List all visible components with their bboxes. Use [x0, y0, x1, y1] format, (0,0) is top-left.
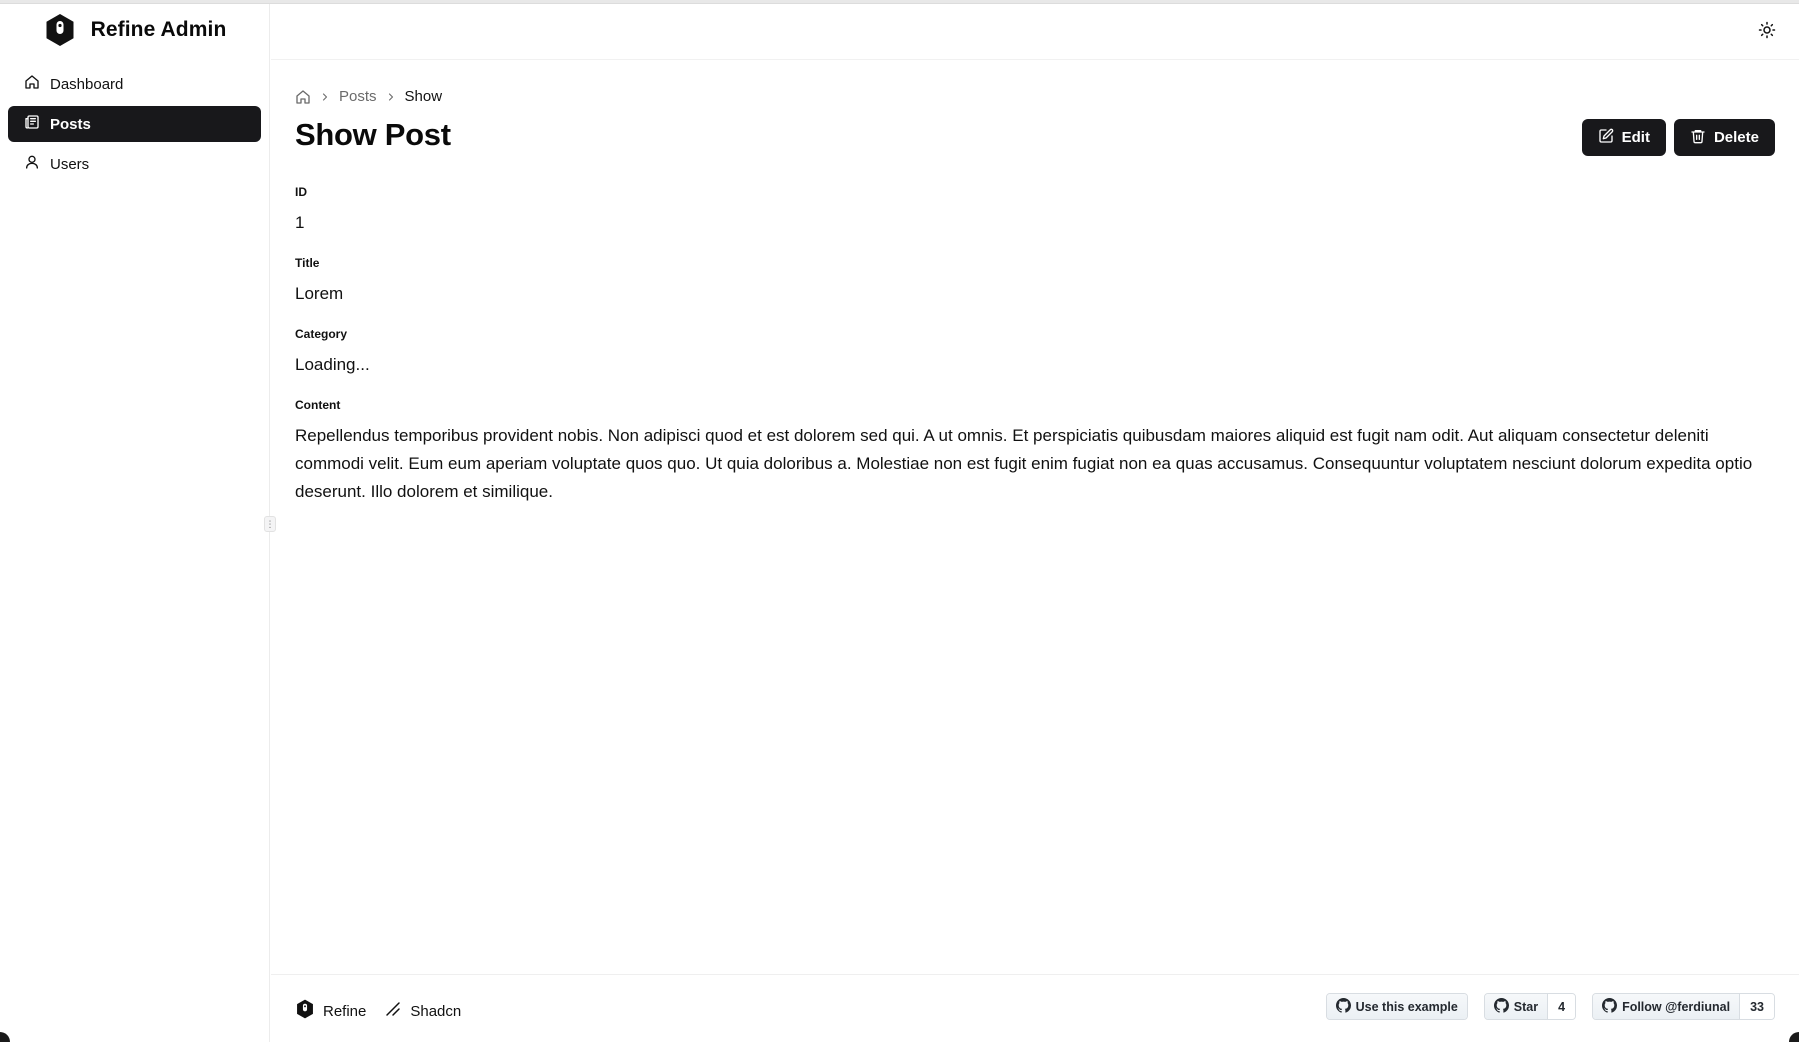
refine-logo-icon	[295, 999, 315, 1023]
follow-button[interactable]: Follow @ferdiunal	[1593, 994, 1740, 1019]
user-icon	[24, 154, 40, 174]
sidebar-item-label: Posts	[50, 115, 91, 133]
sun-icon	[1758, 21, 1776, 44]
shadcn-link-label: Shadcn	[410, 1002, 462, 1020]
use-example-widget: Use this example	[1325, 993, 1468, 1020]
sidebar-item-users[interactable]: Users	[8, 146, 261, 182]
trash-icon	[1690, 128, 1706, 148]
field-category: Category Loading...	[295, 327, 1775, 379]
sidebar-item-label: Dashboard	[50, 75, 124, 93]
github-icon	[1493, 997, 1509, 1016]
github-icon	[1602, 997, 1618, 1016]
sidebar: Refine Admin Dashboard Posts Users	[0, 4, 270, 1042]
github-buttons: Use this example Star 4 Follow @ferdiuna…	[1325, 993, 1775, 1020]
breadcrumb-item-show: Show	[404, 88, 443, 105]
field-value: 1	[295, 213, 305, 232]
use-example-button[interactable]: Use this example	[1326, 994, 1467, 1019]
field-label: ID	[295, 185, 307, 199]
edit-button-label: Edit	[1621, 129, 1650, 146]
field-content: Content Repellendus temporibus provident…	[295, 398, 1775, 506]
field-title: Title Lorem	[295, 256, 1775, 308]
footer-credits: Refine Shadcn	[295, 999, 461, 1023]
star-widget: Star 4	[1483, 993, 1577, 1020]
star-button[interactable]: Star	[1484, 994, 1548, 1019]
refine-link[interactable]: Refine	[295, 999, 366, 1023]
breadcrumb-home-icon[interactable]	[295, 89, 311, 105]
refine-logo-icon	[43, 13, 77, 47]
chevron-right-icon	[319, 91, 331, 103]
field-label: Category	[295, 327, 348, 341]
sidebar-nav: Dashboard Posts Users	[0, 56, 269, 196]
breadcrumb-item-posts[interactable]: Posts	[339, 88, 377, 105]
refine-link-label: Refine	[323, 1002, 367, 1020]
chevron-right-icon	[385, 91, 397, 103]
sidebar-item-label: Users	[50, 155, 90, 173]
shadcn-logo-icon	[384, 1000, 402, 1022]
breadcrumb: Posts Show	[295, 88, 442, 105]
newspaper-icon	[24, 114, 40, 134]
delete-button[interactable]: Delete	[1673, 119, 1775, 156]
field-value: Repellendus temporibus provident nobis. …	[295, 426, 1753, 501]
page-actions: Edit Delete	[1581, 119, 1775, 156]
field-label: Title	[295, 256, 320, 270]
home-icon	[24, 74, 40, 94]
field-value: Loading...	[295, 355, 370, 374]
follow-label: Follow @ferdiunal	[1622, 999, 1731, 1014]
post-details: ID 1 Title Lorem Category Loading... Con…	[295, 185, 1775, 525]
sidebar-item-dashboard[interactable]: Dashboard	[8, 66, 261, 102]
star-label: Star	[1513, 999, 1539, 1014]
sidebar-item-posts[interactable]: Posts	[8, 106, 261, 142]
field-value: Lorem	[295, 284, 344, 303]
field-id: ID 1	[295, 185, 1775, 237]
main-content: Posts Show Show Post Edit Delete ID 1 Ti…	[271, 60, 1799, 974]
follow-count[interactable]: 33	[1739, 994, 1774, 1019]
follow-widget: Follow @ferdiunal 33	[1592, 993, 1775, 1020]
github-icon	[1335, 997, 1351, 1016]
top-header	[271, 4, 1799, 60]
star-count[interactable]: 4	[1547, 994, 1576, 1019]
field-label: Content	[295, 398, 341, 412]
page-title: Show Post	[295, 117, 451, 152]
delete-button-label: Delete	[1713, 129, 1759, 146]
use-example-label: Use this example	[1355, 999, 1458, 1014]
brand-title: Refine Admin	[90, 18, 227, 41]
theme-toggle-button[interactable]	[1755, 20, 1779, 44]
brand[interactable]: Refine Admin	[0, 4, 269, 56]
edit-icon	[1598, 128, 1614, 148]
edit-button[interactable]: Edit	[1581, 119, 1666, 156]
shadcn-link[interactable]: Shadcn	[384, 1000, 461, 1022]
footer: Refine Shadcn Use this example Star 4 Fo…	[271, 974, 1799, 1042]
